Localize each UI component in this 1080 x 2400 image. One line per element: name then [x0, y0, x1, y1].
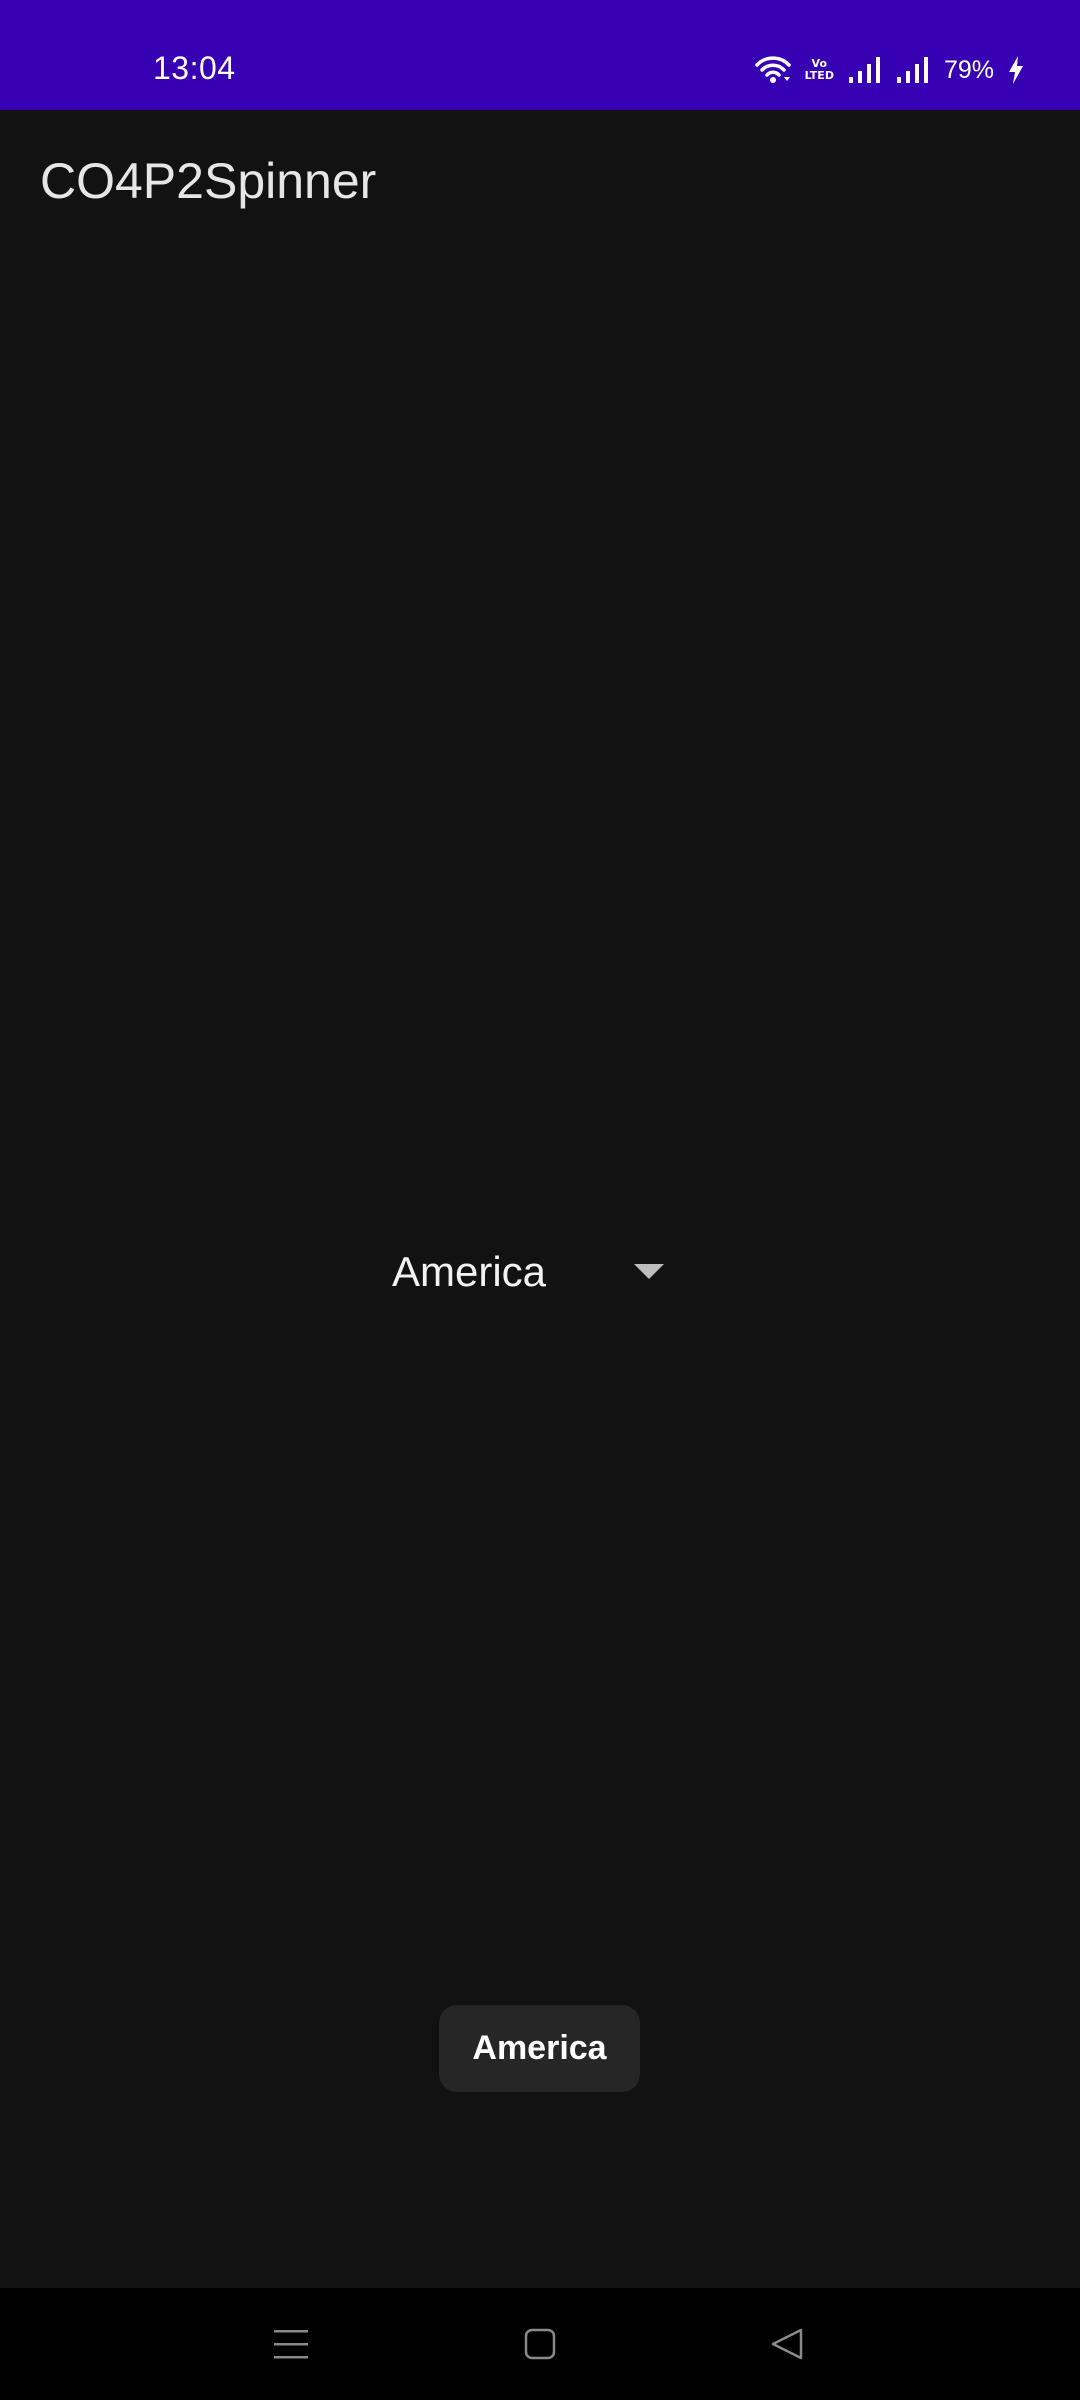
battery-percent: 79%: [943, 55, 994, 84]
charging-icon: [1008, 56, 1024, 84]
wifi-icon: [754, 55, 791, 85]
volte-label-bottom: LTED: [804, 69, 834, 82]
dropdown-arrow-icon: [634, 1264, 664, 1285]
toast: America: [439, 2005, 640, 2092]
app-title: CO4P2Spinner: [40, 153, 377, 209]
signal-icon: [848, 55, 882, 85]
signal-icon: [896, 55, 930, 85]
spinner-selected-value: America: [392, 1248, 547, 1295]
nav-bar: [0, 2288, 1080, 2400]
app-bar: CO4P2Spinner: [0, 110, 1080, 258]
back-icon[interactable]: [762, 2322, 812, 2366]
volte-icon: Vo LTED: [805, 58, 834, 82]
status-bar: 13:04 Vo LTED 79%: [0, 0, 1080, 110]
menu-icon[interactable]: [266, 2322, 316, 2366]
status-icons: Vo LTED 79%: [754, 52, 1024, 88]
toast-message: America: [472, 2029, 607, 2067]
home-icon[interactable]: [515, 2322, 565, 2366]
country-spinner[interactable]: America: [380, 1230, 680, 1310]
status-time: 13:04: [153, 50, 236, 86]
